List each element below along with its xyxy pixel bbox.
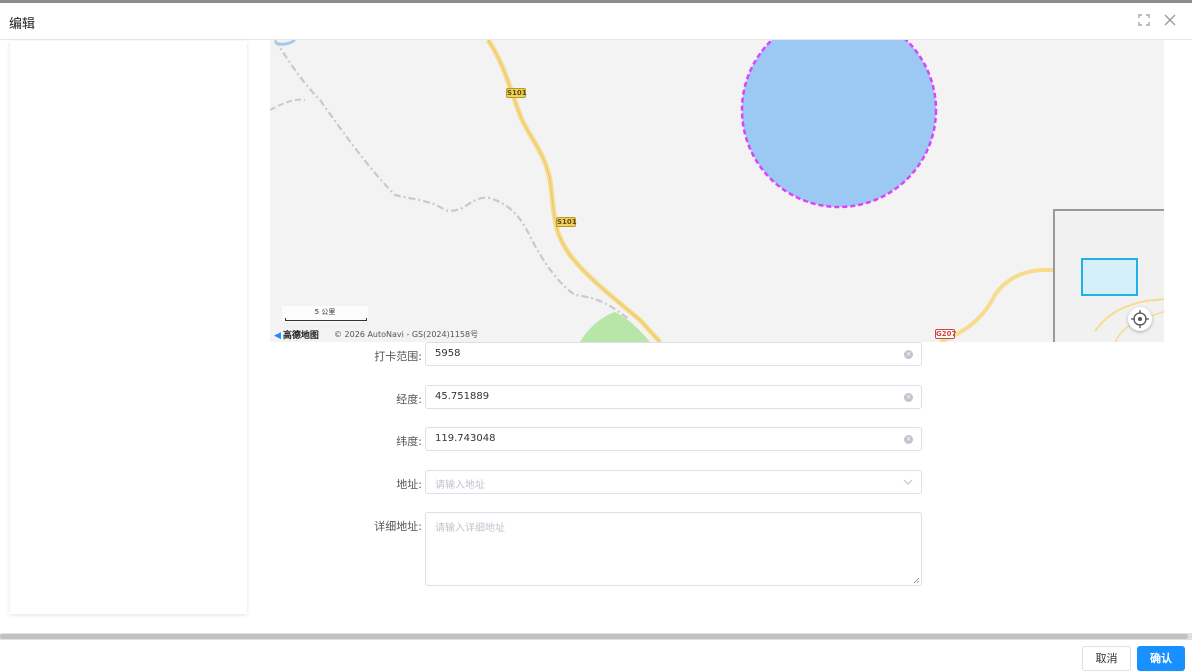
locate-icon[interactable] [1128,307,1152,331]
latitude-label: 纬度: [396,435,422,448]
dialog-title: 编辑 [9,17,36,32]
left-panel [10,41,247,614]
fullscreen-icon[interactable] [1137,13,1151,27]
amap-logo-text: 高德地图 [282,331,319,341]
overview-viewport[interactable] [1081,258,1138,296]
amap-logo: ◀ 高德地图 [274,328,319,341]
resize-handle-icon[interactable] [913,577,920,584]
horizontal-scrollbar[interactable] [0,633,1192,640]
address-placeholder: 请输入地址 [435,480,485,491]
longitude-value: 45.751889 [435,391,490,402]
road-shield-g207: G207 [935,329,957,339]
range-input[interactable]: 5958 × [425,342,922,366]
geofence-circle [740,40,938,209]
cancel-button[interactable]: 取消 [1082,646,1131,671]
clear-icon[interactable]: × [904,350,913,359]
latitude-value: 119.743048 [435,433,496,444]
latitude-input[interactable]: 119.743048 × [425,427,922,451]
map-base [270,40,1164,342]
detail-address-textarea[interactable]: 请输入详细地址 [425,512,922,586]
map-view[interactable]: S101 S101 G207 5 公里 ◀ 高德地图 © 2026 AutoNav… [270,40,1164,342]
longitude-input[interactable]: 45.751889 × [425,385,922,409]
address-label: 地址: [396,478,422,491]
dialog-footer: 取消 确认 [0,640,1192,671]
road-shield-s101: S101 [506,88,527,98]
clear-icon[interactable]: × [904,435,913,444]
clear-icon[interactable]: × [904,393,913,402]
scale-bar [285,318,367,321]
confirm-button[interactable]: 确认 [1137,646,1185,671]
amap-logo-icon: ◀ [274,331,281,341]
road-shield-s101: S101 [556,217,577,227]
longitude-label: 经度: [396,393,422,406]
close-icon[interactable] [1163,13,1177,27]
map-scale: 5 公里 [282,306,368,322]
chevron-down-icon [903,475,913,492]
map-copyright: © 2026 AutoNavi - GS(2024)1158号 [334,330,479,339]
range-value: 5958 [435,348,461,359]
detail-address-placeholder: 请输入详细地址 [435,523,505,534]
scale-label: 5 公里 [314,308,336,316]
range-label: 打卡范围: [374,350,422,363]
detail-address-label: 详细地址: [374,520,422,533]
scrollbar-thumb[interactable] [0,634,1188,639]
address-select[interactable]: 请输入地址 [425,470,922,494]
dialog-header: 编辑 [0,3,1192,40]
